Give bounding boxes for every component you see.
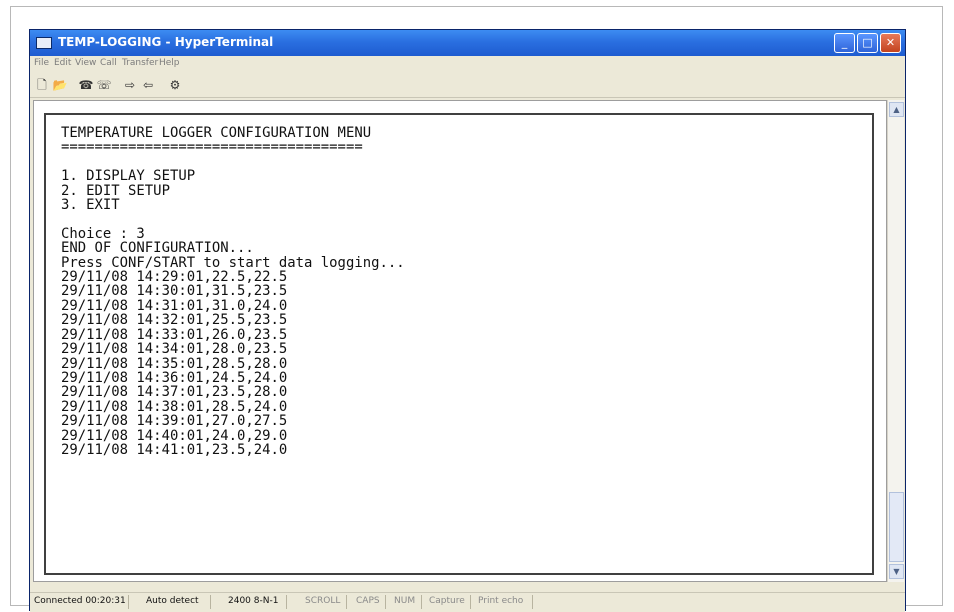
status-num: NUM	[394, 596, 416, 606]
toolbar: 🗋 📂 ☎ ☏ ⇨ ⇦ ⚙	[30, 73, 905, 98]
menu-view[interactable]: View	[75, 58, 96, 68]
terminal-client-area[interactable]: TEMPERATURE LOGGER CONFIGURATION MENU ==…	[33, 100, 887, 582]
receive-icon[interactable]: ⇦	[140, 77, 156, 93]
chevron-up-icon: ▲	[893, 105, 900, 114]
status-divider	[385, 595, 386, 609]
connect-icon[interactable]: ☎	[78, 77, 94, 93]
menu-help[interactable]: Help	[159, 58, 180, 68]
send-icon[interactable]: ⇨	[122, 77, 138, 93]
title-bar[interactable]: TEMP-LOGGING - HyperTerminal _ □ ✕	[30, 30, 905, 56]
menu-call[interactable]: Call	[100, 58, 117, 68]
window-title: TEMP-LOGGING - HyperTerminal	[58, 35, 274, 49]
scroll-up-button[interactable]: ▲	[889, 102, 904, 117]
terminal-output: TEMPERATURE LOGGER CONFIGURATION MENU ==…	[61, 125, 405, 458]
chevron-down-icon: ▼	[893, 567, 900, 576]
status-divider	[346, 595, 347, 609]
maximize-button[interactable]: □	[857, 33, 878, 53]
properties-icon[interactable]: ⚙	[167, 77, 183, 93]
disconnect-icon[interactable]: ☏	[96, 77, 112, 93]
minimize-button[interactable]: _	[834, 33, 855, 53]
status-divider	[470, 595, 471, 609]
status-bar: Connected 00:20:31 Auto detect 2400 8-N-…	[30, 592, 905, 612]
status-connected: Connected 00:20:31	[34, 596, 126, 606]
minimize-icon: _	[841, 36, 848, 49]
status-divider	[128, 595, 129, 609]
close-button[interactable]: ✕	[880, 33, 901, 53]
status-divider	[421, 595, 422, 609]
status-detect: Auto detect	[146, 596, 199, 606]
menu-file[interactable]: File	[34, 58, 49, 68]
menu-edit[interactable]: Edit	[54, 58, 71, 68]
menu-transfer[interactable]: Transfer	[122, 58, 158, 68]
status-caps: CAPS	[356, 596, 380, 606]
scrollbar-thumb[interactable]	[889, 492, 904, 562]
status-scroll: SCROLL	[305, 596, 341, 606]
status-settings: 2400 8-N-1	[228, 596, 279, 606]
status-divider	[210, 595, 211, 609]
scroll-down-button[interactable]: ▼	[889, 564, 904, 579]
vertical-scrollbar[interactable]: ▲ ▼	[887, 100, 904, 582]
status-capture: Capture	[429, 596, 465, 606]
status-divider	[286, 595, 287, 609]
menu-bar: File Edit View Call Transfer Help	[30, 56, 905, 73]
hyperterminal-icon	[36, 37, 52, 49]
new-connection-icon[interactable]: 🗋	[34, 77, 50, 93]
hyperterminal-window: TEMP-LOGGING - HyperTerminal _ □ ✕ File …	[29, 29, 906, 612]
close-icon: ✕	[885, 36, 896, 49]
maximize-icon: □	[862, 36, 873, 49]
status-print-echo: Print echo	[478, 596, 524, 606]
open-icon[interactable]: 📂	[52, 77, 68, 93]
status-divider	[532, 595, 533, 609]
